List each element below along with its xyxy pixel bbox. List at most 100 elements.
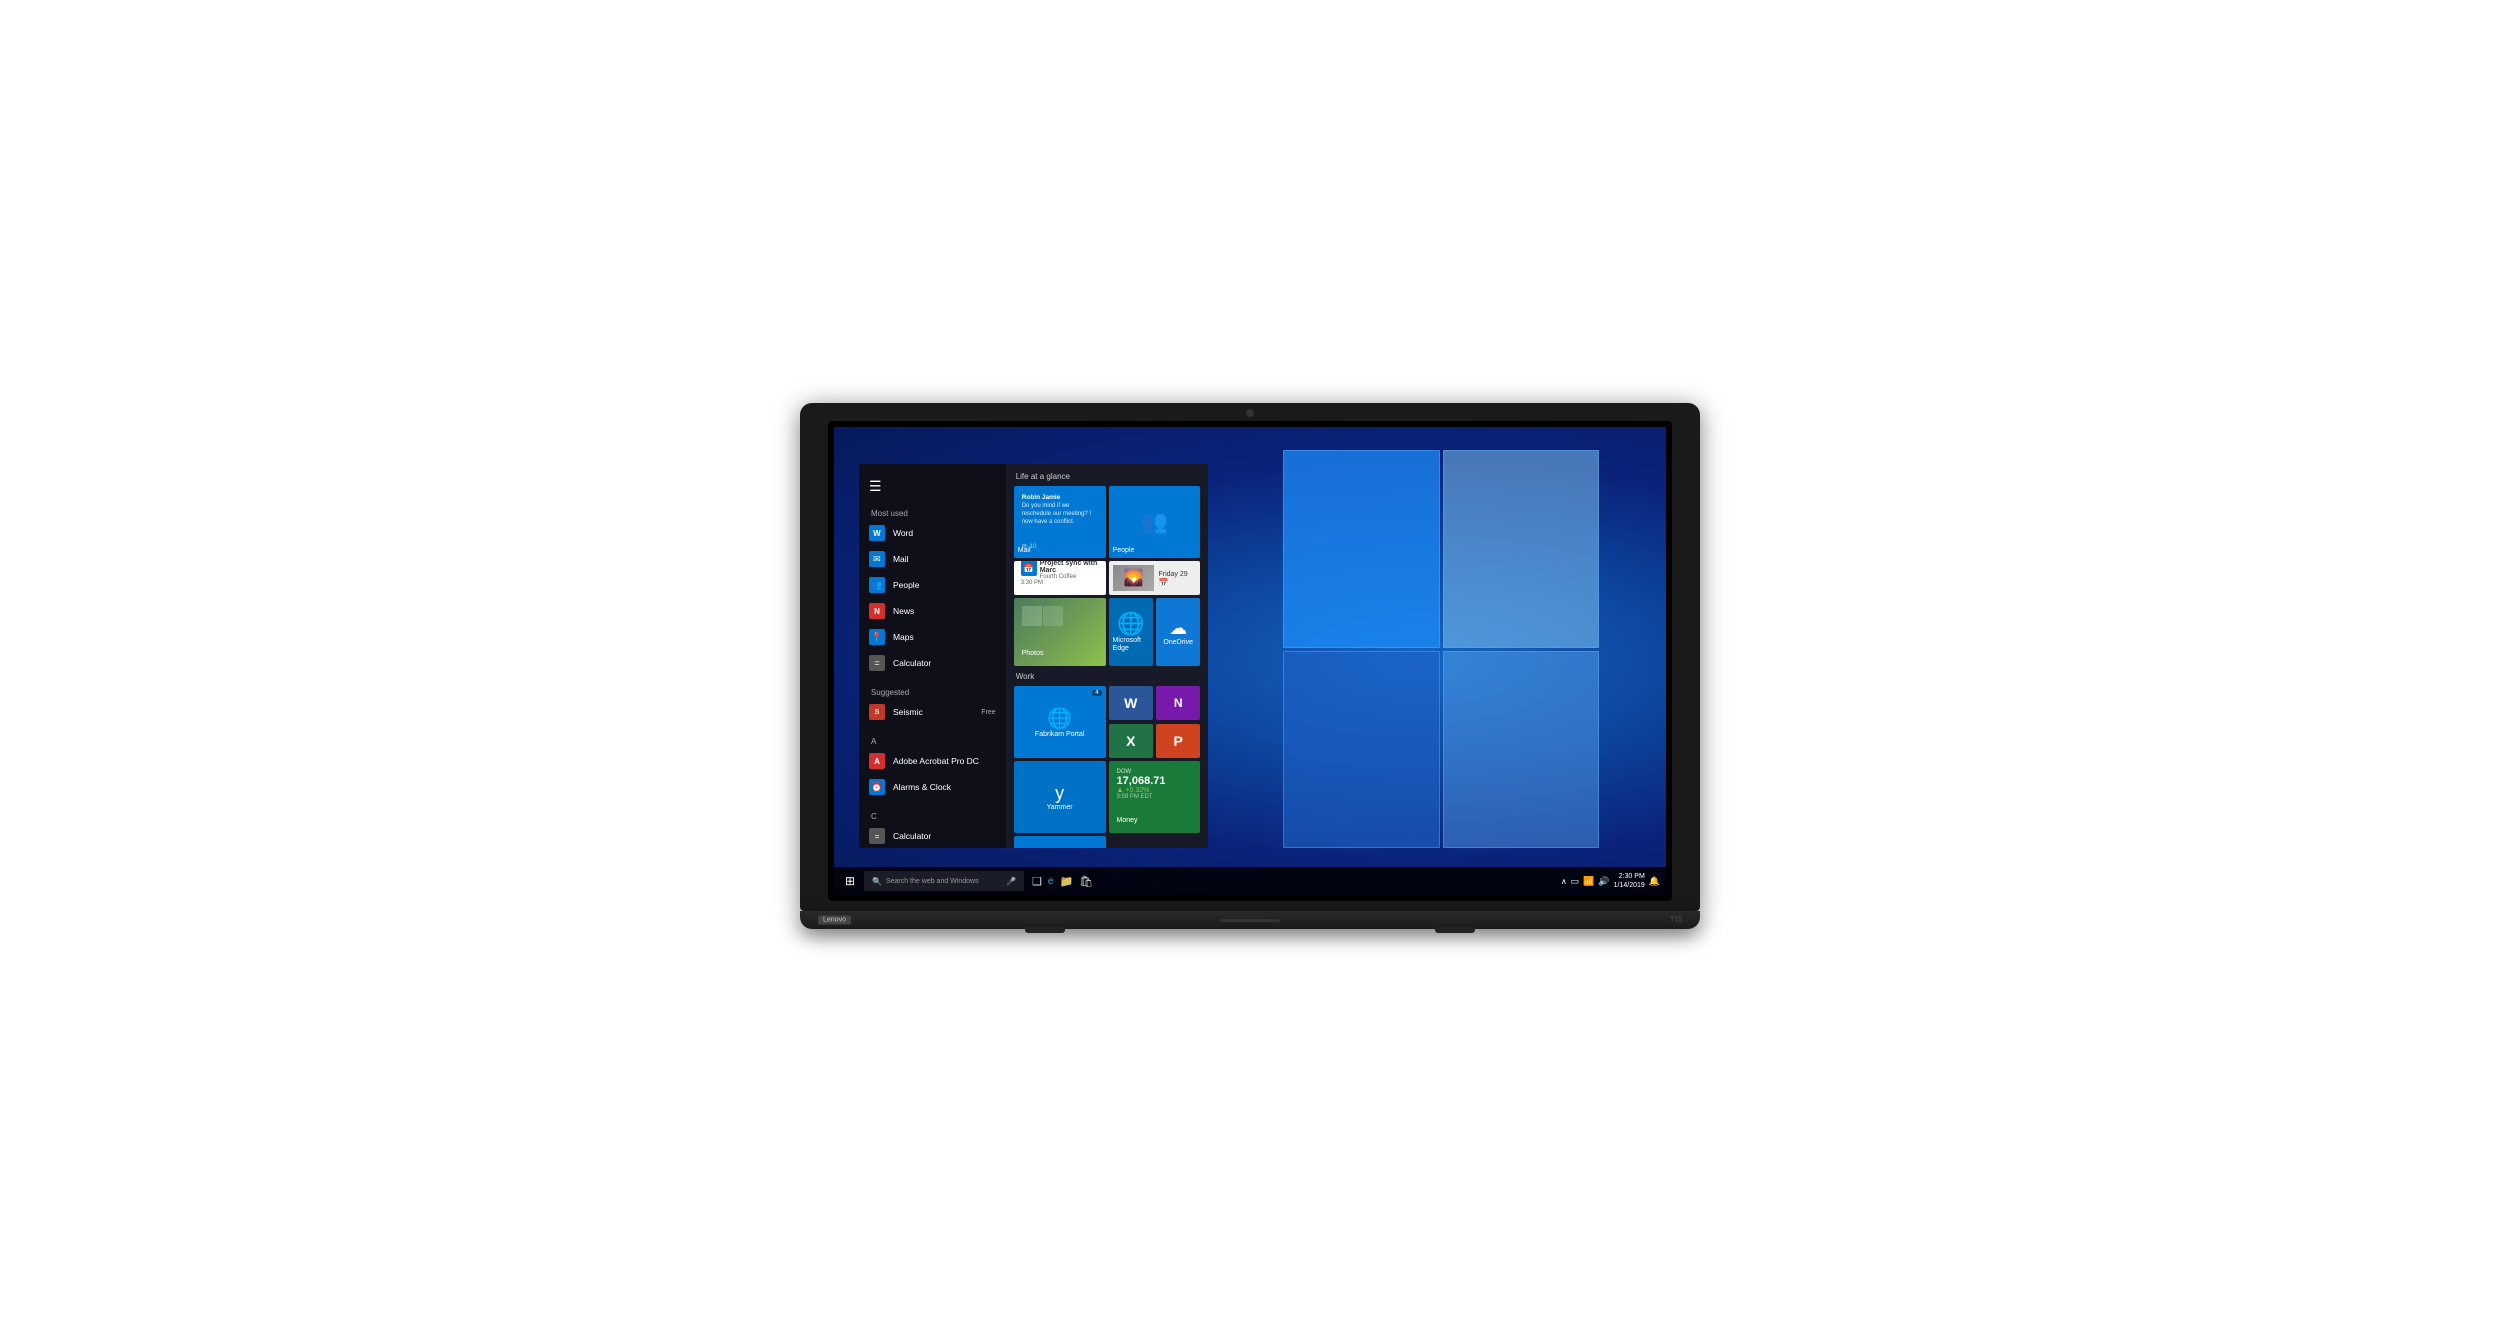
mail-label: Mail — [893, 554, 909, 564]
news-label: News — [893, 606, 914, 616]
word-icon: W — [869, 525, 885, 541]
tray-wifi-icon: 📶 — [1583, 876, 1594, 887]
taskbar-system-tray: ∧ ▭ 📶 🔊 2:30 PM 1/14/2019 🔔 — [1561, 872, 1660, 890]
search-placeholder-text: Search the web and Windows — [886, 878, 979, 885]
mail-sender: Robin Jamie — [1022, 494, 1098, 501]
onedrive-icon: ☁ — [1169, 618, 1187, 639]
menu-item-news[interactable]: N News — [859, 598, 1006, 624]
fabrikam-tile[interactable]: 4 🌐 Fabrikam Portal — [1014, 686, 1106, 758]
mail-count-row: ✉ 10 — [1022, 543, 1098, 550]
tiles-panel: Life at a glance Robin Jamie Do you mind… — [1006, 464, 1209, 848]
laptop-lid: ☰ Most used W Word ✉ Mail — [800, 403, 1700, 911]
menu-item-mail[interactable]: ✉ Mail — [859, 546, 1006, 572]
tray-notification-icon[interactable]: 🔔 — [1649, 876, 1660, 887]
search-bar[interactable]: 🔍 Search the web and Windows 🎤 — [864, 871, 1024, 891]
model-badge: T15 — [1670, 917, 1682, 924]
menu-item-seismic[interactable]: S Seismic Free — [859, 699, 1006, 725]
mail-tile[interactable]: Robin Jamie Do you mind if we reschedule… — [1014, 486, 1106, 558]
edge-label: Microsoft Edge — [1113, 637, 1149, 654]
word-tile-icon: W — [1124, 695, 1137, 711]
win-pane-tl — [1283, 450, 1440, 647]
webcam — [1246, 409, 1254, 417]
yammer-label: Yammer — [1047, 804, 1073, 812]
taskbar-time-value: 2:30 PM — [1614, 872, 1645, 881]
people-icon: 👥 — [869, 577, 885, 593]
money-change: ▲ +0.32% — [1117, 787, 1193, 794]
excel-tile[interactable]: X — [1109, 724, 1153, 758]
photos-grid — [1022, 606, 1098, 626]
search-icon: 🔍 — [872, 877, 882, 886]
taskbar-datetime[interactable]: 2:30 PM 1/14/2019 — [1614, 872, 1645, 890]
screen: ☰ Most used W Word ✉ Mail — [834, 427, 1666, 895]
store-taskbar-icon[interactable]: 🛍 — [1079, 875, 1093, 888]
people-tile[interactable]: 👥 People — [1109, 486, 1201, 558]
edge-tile[interactable]: 🌐 Microsoft Edge — [1109, 598, 1153, 666]
work-tiles-grid: 4 🌐 Fabrikam Portal W N — [1014, 686, 1201, 848]
yammer-icon: y — [1055, 783, 1064, 804]
calculator-c-icon: = — [869, 828, 885, 844]
tray-overflow-icon[interactable]: ∧ — [1561, 877, 1567, 886]
news-icon: N — [869, 603, 885, 619]
onedrive-label: OneDrive — [1163, 639, 1193, 647]
menu-item-people[interactable]: 👥 People — [859, 572, 1006, 598]
menu-item-alarms[interactable]: ⏰ Alarms & Clock — [859, 774, 1006, 800]
menu-item-calculator-top[interactable]: = Calculator — [859, 650, 1006, 676]
trackpad-bump — [1220, 919, 1280, 922]
taskbar: ⊞ 🔍 Search the web and Windows 🎤 ❑ e 📁 🛍 — [834, 867, 1666, 895]
mail-tile-label: Mail — [1018, 547, 1031, 555]
powerpoint-tile[interactable]: P — [1156, 724, 1200, 758]
friday-tile[interactable]: 🌄 Friday 29 📅 — [1109, 561, 1201, 595]
life-at-glance-label: Life at a glance — [1014, 472, 1201, 481]
calculator-c-label: Calculator — [893, 831, 931, 841]
onedrive-tile[interactable]: ☁ OneDrive — [1156, 598, 1200, 666]
friday-photo: 🌄 — [1113, 565, 1155, 591]
start-menu: ☰ Most used W Word ✉ Mail — [859, 464, 1208, 848]
menu-item-word[interactable]: W Word — [859, 520, 1006, 546]
lenovo-brand-badge: Lenovo — [818, 916, 851, 925]
hamburger-button[interactable]: ☰ — [859, 472, 1006, 501]
powerpoint-tile-icon: P — [1174, 733, 1183, 749]
people-tile-label: People — [1113, 547, 1135, 555]
alarms-icon: ⏰ — [869, 779, 885, 795]
maps-icon: 📍 — [869, 629, 885, 645]
money-value: 17,068.71 — [1117, 775, 1193, 787]
explorer-taskbar-icon[interactable]: 📁 — [1059, 875, 1073, 888]
section-c-label: C — [859, 808, 1006, 823]
fabrikam-badge: 4 — [1092, 690, 1101, 696]
laptop: ☰ Most used W Word ✉ Mail — [800, 403, 1700, 929]
seismic-icon: S — [869, 704, 885, 720]
tray-volume-icon[interactable]: 🔊 — [1598, 876, 1609, 887]
seismic-label: Seismic — [893, 707, 923, 717]
friday-info: Friday 29 📅 — [1154, 565, 1196, 591]
money-time: 3:59 PM EDT — [1117, 794, 1193, 800]
mail-icon: ✉ — [869, 551, 885, 567]
money-tile[interactable]: DOW 17,068.71 ▲ +0.32% 3:59 PM EDT Money — [1109, 761, 1201, 833]
task-view-icon[interactable]: ❑ — [1032, 875, 1042, 888]
menu-item-adobe[interactable]: A Adobe Acrobat Pro DC — [859, 748, 1006, 774]
photos-row: Photos 🌐 Microsoft Edge ☁ — [1014, 598, 1201, 669]
photos-tile[interactable]: Photos — [1014, 598, 1106, 666]
calculator-label-top: Calculator — [893, 658, 931, 668]
mail-tile-inner: Robin Jamie Do you mind if we reschedule… — [1018, 490, 1102, 554]
word-label: Word — [893, 528, 913, 538]
people-label: People — [893, 580, 919, 590]
dynamics-tile[interactable]: 👤 Dynamics — [1014, 836, 1106, 848]
win-pane-br — [1443, 651, 1600, 848]
start-button[interactable]: ⊞ — [840, 871, 860, 891]
project-sync-tile[interactable]: 📅 Project sync with Marc Fourth Coffee 3… — [1014, 561, 1106, 595]
word-tile[interactable]: W — [1109, 686, 1153, 720]
menu-item-maps[interactable]: 📍 Maps — [859, 624, 1006, 650]
onenote-tile[interactable]: N — [1156, 686, 1200, 720]
edge-taskbar-icon[interactable]: e — [1048, 876, 1054, 887]
suggested-label: Suggested — [859, 684, 1006, 699]
menu-item-calculator-c[interactable]: = Calculator — [859, 823, 1006, 848]
screen-bezel: ☰ Most used W Word ✉ Mail — [828, 421, 1672, 901]
money-tile-inner: DOW 17,068.71 ▲ +0.32% 3:59 PM EDT Money — [1113, 765, 1197, 829]
seismic-badge: Free — [981, 709, 995, 716]
hinge-left — [1025, 927, 1065, 933]
project-title: Project sync with Marc — [1040, 561, 1099, 574]
yammer-tile[interactable]: y Yammer — [1014, 761, 1106, 833]
project-time: 3:30 PM — [1021, 580, 1099, 586]
laptop-base: Lenovo T15 — [800, 911, 1700, 929]
tray-battery-icon: ▭ — [1571, 876, 1580, 887]
